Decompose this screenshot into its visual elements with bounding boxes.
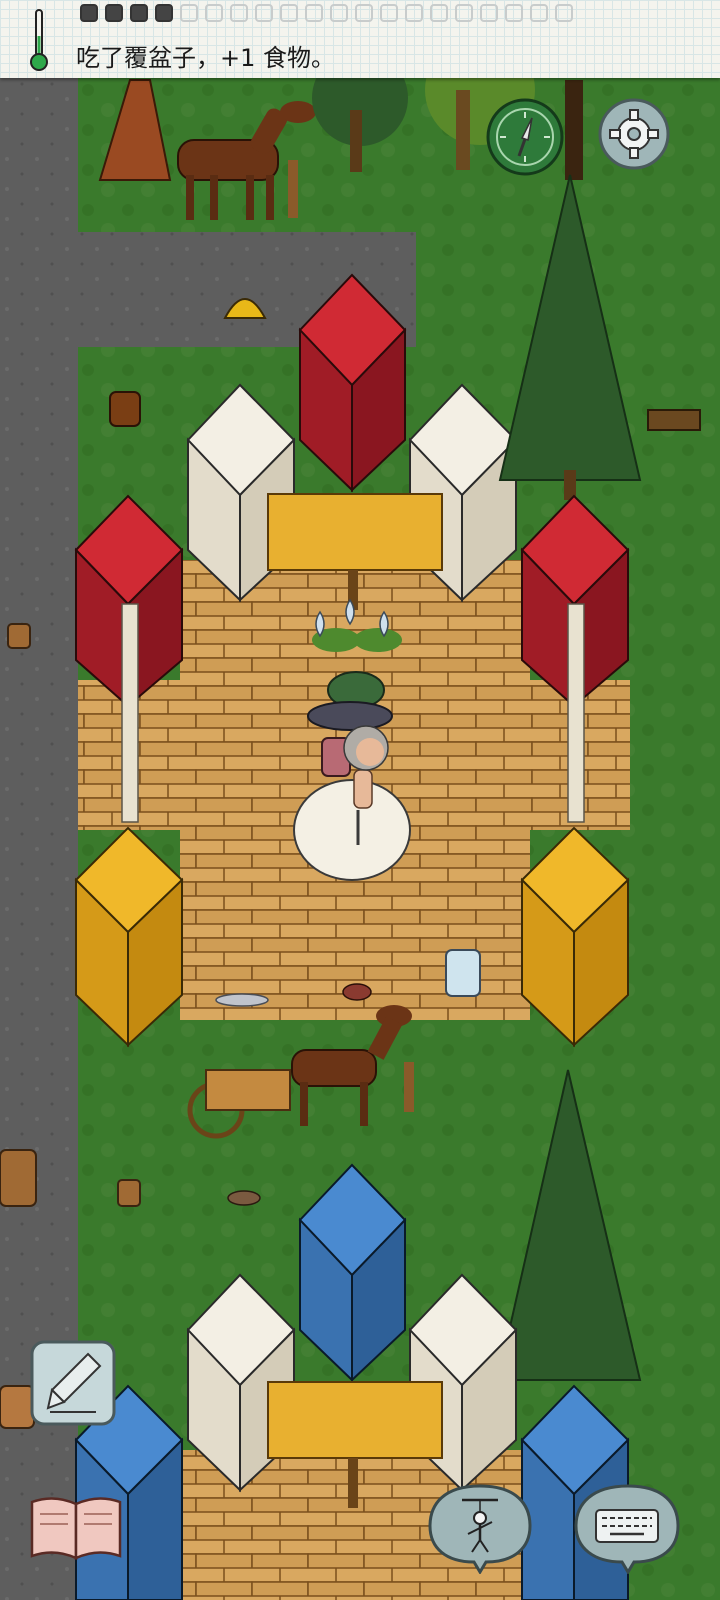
chat-keyboard-button[interactable] bbox=[572, 1482, 682, 1574]
status-note-bar: 吃了覆盆子，+1 食物。 bbox=[0, 0, 720, 78]
bowl-of-berries[interactable] bbox=[342, 983, 372, 1001]
food-pip-empty bbox=[255, 4, 273, 22]
food-pip-empty bbox=[430, 4, 448, 22]
food-pip-empty bbox=[305, 4, 323, 22]
food-pip-full bbox=[105, 4, 123, 22]
glass-jar[interactable] bbox=[445, 949, 481, 997]
small-bucket[interactable] bbox=[117, 1179, 141, 1207]
food-meter bbox=[80, 4, 573, 26]
food-pip-full bbox=[130, 4, 148, 22]
fabric-scrap[interactable] bbox=[215, 993, 269, 1007]
thermometer-icon bbox=[30, 9, 48, 71]
book-button[interactable] bbox=[28, 1492, 124, 1564]
food-pip-empty bbox=[355, 4, 373, 22]
sign-post-bottom bbox=[348, 1458, 358, 1508]
log[interactable] bbox=[647, 409, 701, 431]
food-pip-empty bbox=[205, 4, 223, 22]
food-pip-empty bbox=[230, 4, 248, 22]
food-pip-empty bbox=[330, 4, 348, 22]
pencil-button[interactable] bbox=[30, 1340, 116, 1426]
food-pip-empty bbox=[180, 4, 198, 22]
basket[interactable] bbox=[0, 1149, 37, 1207]
white-post-right bbox=[567, 603, 585, 823]
bucket-left[interactable] bbox=[7, 623, 31, 649]
book-icon bbox=[30, 1497, 122, 1560]
food-pip-empty bbox=[530, 4, 548, 22]
settings-button[interactable] bbox=[598, 98, 670, 170]
food-pip-full bbox=[80, 4, 98, 22]
keyboard-icon bbox=[595, 1509, 659, 1543]
food-pip-empty bbox=[380, 4, 398, 22]
status-message: 吃了覆盆子，+1 食物。 bbox=[76, 44, 336, 72]
emote-button[interactable] bbox=[426, 1482, 534, 1574]
food-pip-full bbox=[155, 4, 173, 22]
bowl[interactable] bbox=[227, 1190, 261, 1206]
food-pip-empty bbox=[555, 4, 573, 22]
wooden-sign-bottom[interactable] bbox=[267, 1381, 443, 1459]
food-pip-empty bbox=[505, 4, 523, 22]
food-pip-empty bbox=[405, 4, 423, 22]
stone-pile[interactable] bbox=[307, 701, 393, 731]
wood-stump[interactable] bbox=[109, 391, 141, 427]
jar-left[interactable] bbox=[0, 1385, 35, 1429]
compass-button[interactable] bbox=[486, 98, 564, 176]
sheepskin-rug[interactable] bbox=[293, 779, 411, 881]
bare-tree-top-right bbox=[565, 80, 583, 180]
food-pip-empty bbox=[480, 4, 498, 22]
food-pip-empty bbox=[455, 4, 473, 22]
food-pip-empty bbox=[280, 4, 298, 22]
wooden-sign-top[interactable] bbox=[267, 493, 443, 571]
white-post-left bbox=[121, 603, 139, 823]
